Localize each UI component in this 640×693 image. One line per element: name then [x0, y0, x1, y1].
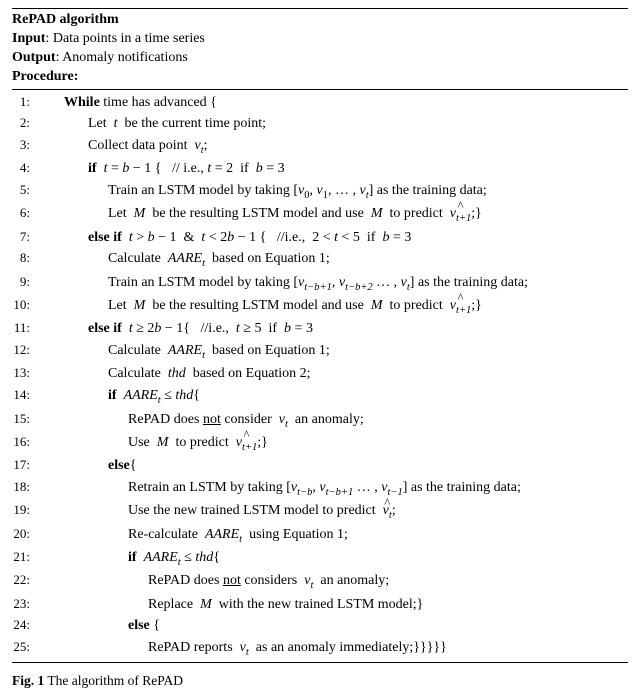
algorithm-title: RePAD algorithm: [12, 11, 628, 30]
line-number: 13:: [12, 363, 36, 382]
line-number: 2:: [12, 113, 36, 132]
line-number: 3:: [12, 135, 36, 154]
code-line: 3:Collect data point vt;: [12, 135, 628, 158]
algorithm-title-text: RePAD algorithm: [12, 12, 119, 27]
line-content: Train an LSTM model by taking [vt−b+1, v…: [36, 273, 528, 295]
line-content: RePAD does not consider vt an anomaly;: [36, 410, 364, 432]
line-content: RePAD does not considers vt an anomaly;: [36, 571, 389, 593]
code-line: 12:Calculate AAREt based on Equation 1;: [12, 340, 628, 363]
algorithm-output-line: Output: Anomaly notifications: [12, 49, 628, 68]
line-content: Let t be the current time point;: [36, 114, 266, 135]
line-content: Replace M with the new trained LSTM mode…: [36, 595, 423, 616]
line-number: 11:: [12, 318, 36, 337]
code-line: 4:if t = b − 1 { // i.e., t = 2 if b = 3: [12, 158, 628, 180]
line-number: 5:: [12, 180, 36, 199]
code-line: 9:Train an LSTM model by taking [vt−b+1,…: [12, 272, 628, 295]
line-content: Let M be the resulting LSTM model and us…: [36, 204, 482, 226]
line-content: if t = b − 1 { // i.e., t = 2 if b = 3: [36, 159, 285, 180]
code-line: 5:Train an LSTM model by taking [v0, v1,…: [12, 180, 628, 203]
input-label: Input: [12, 31, 45, 46]
line-content: Train an LSTM model by taking [v0, v1, ……: [36, 181, 487, 203]
line-content: Use M to predict vt+1;}: [36, 433, 268, 455]
code-line: 7:else if t > b − 1 & t < 2b − 1 { //i.e…: [12, 227, 628, 249]
code-line: 6:Let M be the resulting LSTM model and …: [12, 203, 628, 226]
code-line: 15:RePAD does not consider vt an anomaly…: [12, 409, 628, 432]
code-line: 25:RePAD reports vt as an anomaly immedi…: [12, 637, 628, 660]
line-content: Let M be the resulting LSTM model and us…: [36, 296, 482, 318]
code-line: 22:RePAD does not considers vt an anomal…: [12, 570, 628, 593]
code-line: 18:Retrain an LSTM by taking [vt−b, vt−b…: [12, 477, 628, 500]
line-content: Calculate thd based on Equation 2;: [36, 364, 311, 385]
algorithm-body: 1:While time has advanced {2:Let t be th…: [12, 90, 628, 663]
output-label: Output: [12, 50, 56, 65]
code-line: 24:else {: [12, 615, 628, 637]
line-number: 23:: [12, 594, 36, 613]
line-content: While time has advanced {: [36, 93, 217, 114]
line-content: Retrain an LSTM by taking [vt−b, vt−b+1 …: [36, 478, 521, 500]
code-line: 8:Calculate AAREt based on Equation 1;: [12, 248, 628, 271]
code-line: 14:if AAREt ≤ thd{: [12, 385, 628, 408]
input-text: : Data points in a time series: [45, 31, 204, 46]
algorithm-input-line: Input: Data points in a time series: [12, 30, 628, 49]
line-content: Calculate AAREt based on Equation 1;: [36, 249, 330, 271]
line-number: 20:: [12, 524, 36, 543]
line-number: 18:: [12, 477, 36, 496]
code-line: 17:else{: [12, 455, 628, 477]
line-content: Use the new trained LSTM model to predic…: [36, 501, 396, 523]
line-content: else if t ≥ 2b − 1{ //i.e., t ≥ 5 if b =…: [36, 319, 313, 340]
line-number: 19:: [12, 500, 36, 519]
algorithm-header: RePAD algorithm Input: Data points in a …: [12, 9, 628, 89]
line-number: 15:: [12, 409, 36, 428]
code-line: 1:While time has advanced {: [12, 92, 628, 114]
output-text: : Anomaly notifications: [56, 50, 188, 65]
line-number: 21:: [12, 547, 36, 566]
line-number: 8:: [12, 248, 36, 267]
code-line: 21:if AAREt ≤ thd{: [12, 547, 628, 570]
figure-caption: Fig. 1 The algorithm of RePAD: [12, 673, 628, 689]
line-content: Re-calculate AAREt using Equation 1;: [36, 525, 348, 547]
code-line: 16:Use M to predict vt+1;}: [12, 432, 628, 455]
line-content: Calculate AAREt based on Equation 1;: [36, 341, 330, 363]
line-content: else if t > b − 1 & t < 2b − 1 { //i.e.,…: [36, 228, 411, 249]
code-line: 11:else if t ≥ 2b − 1{ //i.e., t ≥ 5 if …: [12, 318, 628, 340]
line-number: 16:: [12, 432, 36, 451]
line-number: 10:: [12, 295, 36, 314]
algorithm-procedure-line: Procedure:: [12, 68, 628, 87]
code-line: 10:Let M be the resulting LSTM model and…: [12, 295, 628, 318]
code-line: 13:Calculate thd based on Equation 2;: [12, 363, 628, 385]
line-content: Collect data point vt;: [36, 136, 208, 158]
caption-label: Fig. 1: [12, 673, 44, 688]
code-line: 20:Re-calculate AAREt using Equation 1;: [12, 524, 628, 547]
line-number: 25:: [12, 637, 36, 656]
line-number: 22:: [12, 570, 36, 589]
line-number: 17:: [12, 455, 36, 474]
line-content: if AAREt ≤ thd{: [36, 548, 220, 570]
line-number: 14:: [12, 385, 36, 404]
procedure-label: Procedure:: [12, 69, 78, 84]
algorithm-box: RePAD algorithm Input: Data points in a …: [12, 8, 628, 663]
line-number: 1:: [12, 92, 36, 111]
line-number: 6:: [12, 203, 36, 222]
code-line: 19:Use the new trained LSTM model to pre…: [12, 500, 628, 523]
code-line: 23:Replace M with the new trained LSTM m…: [12, 594, 628, 616]
code-line: 2:Let t be the current time point;: [12, 113, 628, 135]
line-number: 7:: [12, 227, 36, 246]
caption-text: The algorithm of RePAD: [44, 673, 183, 688]
line-content: else {: [36, 616, 160, 637]
line-number: 12:: [12, 340, 36, 359]
line-number: 24:: [12, 615, 36, 634]
line-number: 9:: [12, 272, 36, 291]
line-content: RePAD reports vt as an anomaly immediate…: [36, 638, 447, 660]
line-content: if AAREt ≤ thd{: [36, 386, 200, 408]
line-content: else{: [36, 456, 137, 477]
line-number: 4:: [12, 158, 36, 177]
